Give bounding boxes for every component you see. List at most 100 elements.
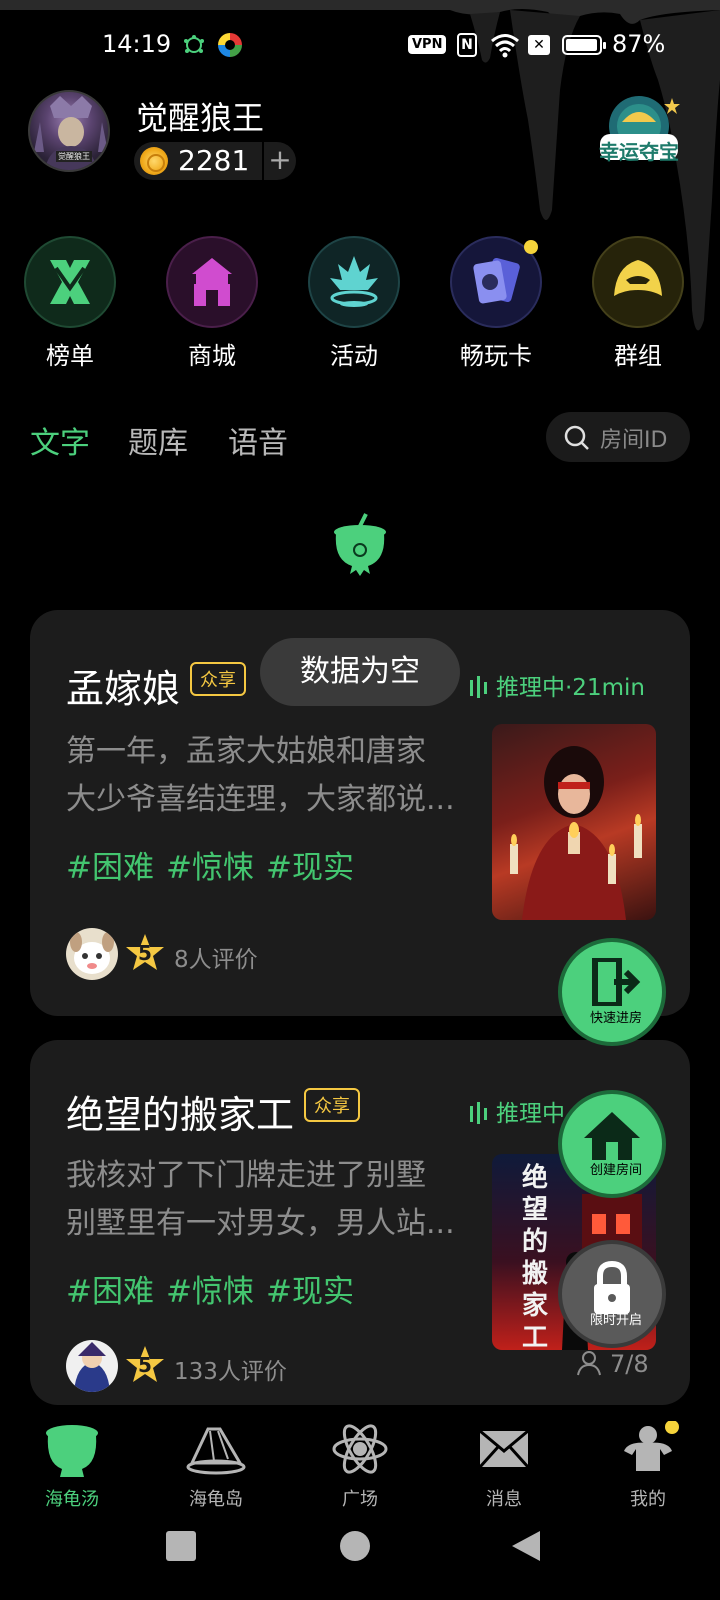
tab-voice[interactable]: 语音 <box>228 418 288 462</box>
rating-value: 5 <box>138 941 152 965</box>
wifi-icon <box>491 34 519 58</box>
cauldron-logo-icon <box>334 513 386 576</box>
card-description: 我核对了下门牌走进了别墅 别墅里有一对男女，男人站... <box>66 1152 486 1248</box>
envelope-icon <box>478 1429 530 1469</box>
enter-room-icon <box>592 958 641 1006</box>
nav-profile-label: 我的 <box>630 1489 666 1510</box>
recent-apps-button[interactable] <box>166 1531 196 1561</box>
limited-open-label: 限时开启 <box>589 1313 642 1328</box>
notification-dot <box>524 240 538 254</box>
quick-events-label: 活动 <box>330 342 378 370</box>
tag-difficulty: #困难 <box>66 850 154 886</box>
app-notification-icon <box>218 33 242 57</box>
nav-plaza-label: 广场 <box>342 1489 378 1510</box>
tag-difficulty: #困难 <box>66 1274 154 1310</box>
card-desc-line: 第一年，孟家大姑娘和唐家 <box>66 734 426 769</box>
create-room-button[interactable]: 创建房间 <box>558 1090 666 1198</box>
card-cover-image <box>492 724 656 920</box>
reviewer-avatar <box>66 1340 118 1392</box>
card-state: 推理中 <box>468 1094 565 1128</box>
nav-soup-label: 海龟汤 <box>45 1489 99 1510</box>
coin-value: 2281 <box>178 144 250 177</box>
card-title: 绝望的搬家工 <box>66 1093 295 1137</box>
nav-messages-label: 消息 <box>486 1489 522 1510</box>
card-desc-line: 大少爷喜结连理，大家都说... <box>66 782 455 817</box>
sound-bars-icon <box>470 1102 487 1124</box>
lock-icon <box>594 1260 630 1314</box>
bottom-navigation: 海龟汤 海龟岛 广场 消息 我的 <box>0 1405 720 1511</box>
cover-char: 家 <box>521 1291 548 1321</box>
back-button[interactable] <box>510 1529 542 1563</box>
reviewer-avatar-image <box>74 1342 110 1392</box>
shop-icon <box>192 258 232 306</box>
cover-char: 工 <box>521 1323 548 1350</box>
sim-off-icon: ✕ <box>528 35 550 55</box>
home-button[interactable] <box>340 1531 370 1561</box>
nav-plaza[interactable]: 广场 <box>310 1405 410 1511</box>
island-icon <box>186 1427 246 1475</box>
tab-question-bank[interactable]: 题库 <box>128 418 188 462</box>
cauldron-icon <box>46 1425 98 1477</box>
cover-illustration <box>510 746 642 920</box>
add-coins-button[interactable]: + <box>262 142 296 180</box>
review-count: 8人评价 <box>174 947 258 973</box>
reviewer-avatar-image <box>70 932 114 974</box>
quick-play-card[interactable]: 畅玩卡 <box>450 236 542 371</box>
nav-island-label: 海龟岛 <box>189 1489 243 1510</box>
events-icon <box>330 256 378 307</box>
nav-island[interactable]: 海龟岛 <box>166 1405 266 1511</box>
quick-join-button[interactable]: 快速进房 <box>558 938 666 1046</box>
review-count: 133人评价 <box>174 1359 287 1385</box>
create-room-label: 创建房间 <box>589 1163 642 1178</box>
reviewer-avatar <box>66 928 118 980</box>
tag-style: #现实 <box>266 1274 354 1310</box>
cover-char: 的 <box>521 1227 548 1257</box>
card-desc-line: 我核对了下门牌走进了别墅 <box>66 1158 426 1193</box>
search-icon <box>564 425 589 450</box>
turtle-notification-icon <box>184 35 204 53</box>
sound-bars-icon <box>470 676 487 698</box>
nfc-icon: N <box>457 33 477 57</box>
card-desc-line: 别墅里有一对男女，男人站... <box>66 1206 455 1241</box>
battery-icon <box>562 35 606 55</box>
status-bar: 14:19 VPN N ✕ 87% <box>0 0 720 90</box>
quick-ranking[interactable]: 榜单 <box>24 236 116 371</box>
ranking-icon <box>50 260 90 304</box>
empty-data-toast: 数据为空 <box>260 638 460 706</box>
user-avatar[interactable]: 觉醒狼王 <box>28 90 110 172</box>
player-count-text: 7/8 <box>610 1350 649 1378</box>
card-state: 推理中·21min <box>468 668 645 702</box>
quick-groups[interactable]: 群组 <box>592 236 684 371</box>
profile-icon <box>624 1420 679 1471</box>
room-id-search[interactable]: 房间ID <box>546 412 690 462</box>
tag-style: #现实 <box>266 850 354 886</box>
limited-open-button[interactable]: 限时开启 <box>558 1240 666 1348</box>
card-description: 第一年，孟家大姑娘和唐家 大少爷喜结连理，大家都说... <box>66 728 486 824</box>
card-state-text: 推理中 <box>496 1101 565 1127</box>
house-icon <box>584 1112 640 1160</box>
rating-star-icon: 5 <box>124 1344 166 1386</box>
nav-profile[interactable]: 我的 <box>598 1405 698 1511</box>
nav-messages[interactable]: 消息 <box>454 1405 554 1511</box>
quick-events[interactable]: 活动 <box>308 236 400 371</box>
atom-icon <box>332 1424 388 1474</box>
cover-char: 搬 <box>521 1259 548 1289</box>
card-badge: 众享 <box>190 662 246 696</box>
card-title: 孟嫁娘 <box>66 667 181 711</box>
groups-icon <box>614 260 662 296</box>
avatar-tag: 觉醒狼王 <box>56 151 92 162</box>
card-state-text: 推理中·21min <box>496 675 645 701</box>
person-icon <box>577 1351 601 1376</box>
tab-text[interactable]: 文字 <box>30 418 90 462</box>
card-badge: 众享 <box>304 1088 360 1122</box>
lucky-treasure-label: 幸运夺宝 <box>599 140 679 164</box>
lucky-treasure-button[interactable]: 幸运夺宝 <box>594 92 684 172</box>
battery-percent: 87% <box>612 30 666 58</box>
tag-genre: #惊悚 <box>166 1274 254 1310</box>
quick-shop[interactable]: 商城 <box>166 236 258 371</box>
quick-shop-label: 商城 <box>188 342 236 370</box>
quick-play-card-label: 畅玩卡 <box>460 342 532 370</box>
vpn-icon: VPN <box>408 35 447 54</box>
nav-soup[interactable]: 海龟汤 <box>22 1405 122 1511</box>
coin-balance: 2281 + <box>134 142 296 180</box>
